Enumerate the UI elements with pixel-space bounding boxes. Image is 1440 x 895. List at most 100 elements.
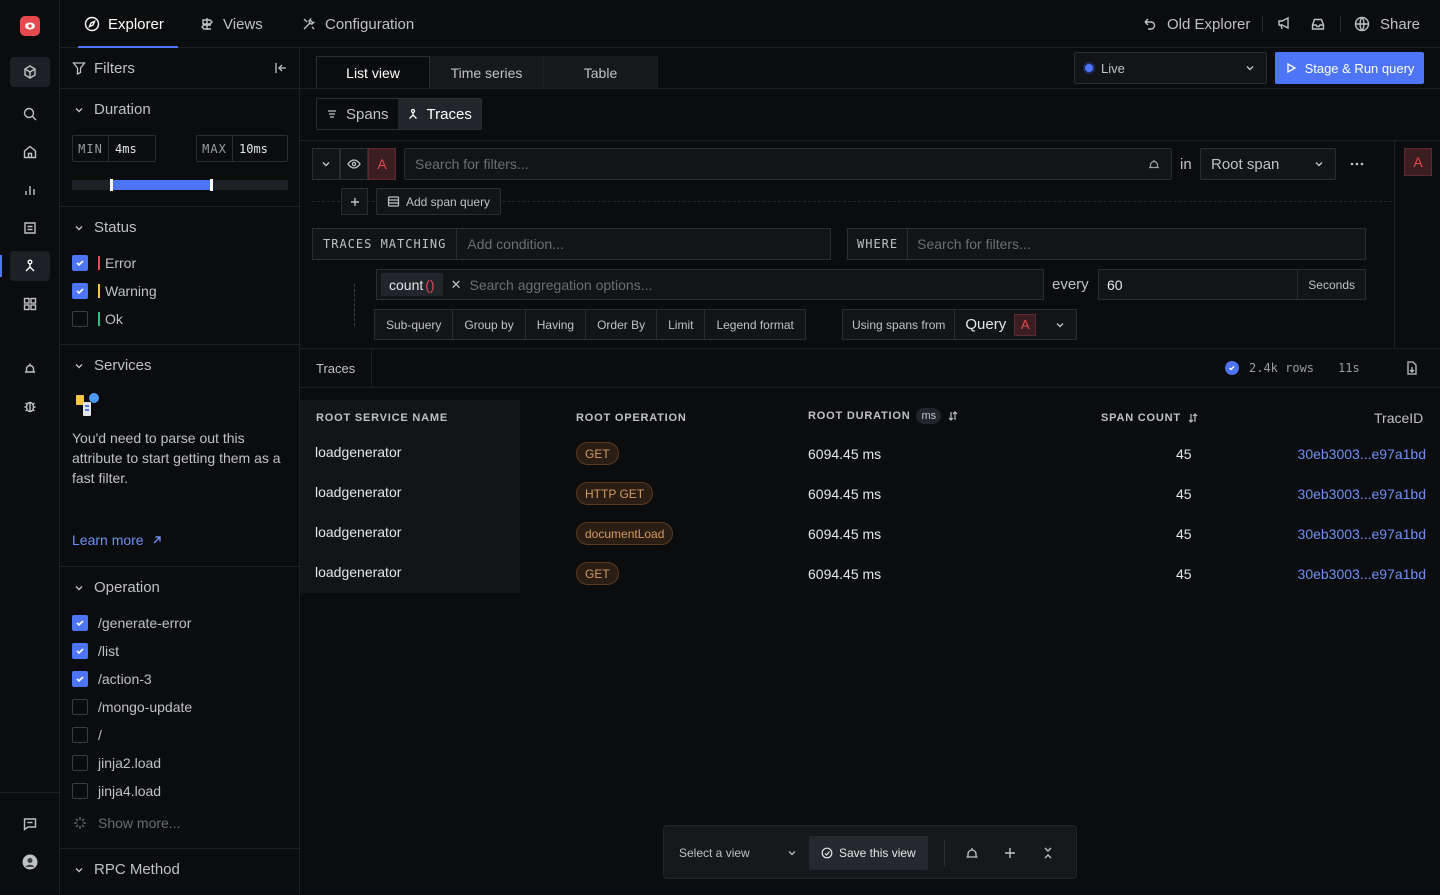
inbox-button[interactable] xyxy=(1310,0,1326,48)
operation-checkbox[interactable]: jinja4.load xyxy=(72,783,161,799)
chat-nav-icon[interactable] xyxy=(10,809,50,839)
duration-section-toggle[interactable]: Duration xyxy=(74,101,151,118)
sort-icon[interactable] xyxy=(947,410,959,422)
having-button[interactable]: Having xyxy=(526,310,587,339)
row-trace-id-link[interactable]: 30eb3003...e97a1bd xyxy=(1298,526,1426,542)
interval-unit[interactable]: Seconds xyxy=(1297,270,1365,299)
save-view-button[interactable]: Save this view xyxy=(809,836,928,870)
rpc-section-toggle[interactable]: RPC Method xyxy=(74,861,180,878)
show-more-link[interactable]: Show more... xyxy=(72,815,180,831)
duration-slider[interactable] xyxy=(72,179,288,191)
bug-nav-icon[interactable] xyxy=(10,391,50,421)
tab-configuration[interactable]: Configuration xyxy=(301,0,414,48)
live-select[interactable]: Live xyxy=(1074,52,1267,84)
col-header-span-count[interactable]: SPAN COUNT xyxy=(1101,412,1199,424)
dashboards-nav-icon[interactable] xyxy=(10,289,50,319)
cube-nav-icon[interactable] xyxy=(10,57,50,87)
row-trace-id-link[interactable]: 30eb3003...e97a1bd xyxy=(1298,486,1426,502)
stage-run-query-button[interactable]: Stage & Run query xyxy=(1275,52,1424,84)
learn-more-link[interactable]: Learn more xyxy=(72,532,162,548)
traces-nav-icon[interactable] xyxy=(0,251,50,281)
alerts-nav-icon[interactable] xyxy=(10,353,50,383)
col-header-service[interactable]: ROOT SERVICE NAME xyxy=(316,412,448,424)
check-icon xyxy=(76,648,84,655)
legend-format-button[interactable]: Legend format xyxy=(705,310,804,339)
operation-section-toggle[interactable]: Operation xyxy=(74,579,160,596)
app-logo[interactable] xyxy=(20,16,40,36)
col-header-trace-id[interactable]: TraceID xyxy=(1374,410,1423,426)
remove-aggregation-icon[interactable]: ✕ xyxy=(443,277,470,293)
add-query-button[interactable] xyxy=(341,188,368,215)
using-spans-from[interactable]: Using spans from Query A xyxy=(842,309,1078,340)
row-trace-id-link[interactable]: 30eb3003...e97a1bd xyxy=(1298,446,1426,462)
operation-checkbox[interactable]: /mongo-update xyxy=(72,699,192,715)
col-header-duration[interactable]: ROOT DURATION ms xyxy=(808,408,959,424)
avatar[interactable] xyxy=(10,847,50,877)
slider-max-handle[interactable] xyxy=(210,179,213,191)
query-controls: A xyxy=(312,148,396,180)
select-view-dropdown[interactable]: Select a view xyxy=(679,826,797,880)
collapse-query-button[interactable] xyxy=(312,148,340,180)
create-alert-icon[interactable] xyxy=(960,826,984,880)
logs-nav-icon[interactable] xyxy=(10,213,50,243)
tab-explorer[interactable]: Explorer xyxy=(78,0,178,48)
query-label-a[interactable]: A xyxy=(368,148,396,180)
tab-spans-label: Spans xyxy=(346,105,389,123)
collapse-sidebar-icon[interactable] xyxy=(274,61,288,75)
query-search-input[interactable]: Search for filters... xyxy=(404,148,1172,180)
add-span-query-button[interactable]: Add span query xyxy=(376,188,502,215)
operation-checkbox[interactable]: /action-3 xyxy=(72,671,152,687)
where-search-input[interactable]: Search for filters... xyxy=(908,236,1031,252)
sort-icon[interactable] xyxy=(1187,412,1199,424)
operation-checkbox[interactable]: /list xyxy=(72,643,119,659)
root-span-select[interactable]: Root span xyxy=(1200,148,1336,180)
more-options-icon[interactable] xyxy=(1348,157,1366,171)
status-section-toggle[interactable]: Status xyxy=(74,219,137,236)
tab-list-view[interactable]: List view xyxy=(316,56,430,89)
aggregation-input[interactable]: count() ✕ Search aggregation options... xyxy=(376,269,1044,300)
sub-query-button[interactable]: Sub-query xyxy=(375,310,454,339)
status-error-checkbox[interactable]: Error xyxy=(72,255,136,271)
duration-max-field[interactable]: MAX 10ms xyxy=(196,135,288,162)
order-by-button[interactable]: Order By xyxy=(586,310,658,339)
operation-checkbox[interactable]: /generate-error xyxy=(72,615,191,631)
services-section-toggle[interactable]: Services xyxy=(74,357,152,374)
limit-button[interactable]: Limit xyxy=(657,310,706,339)
results-tab-traces[interactable]: Traces xyxy=(300,348,372,388)
group-by-button[interactable]: Group by xyxy=(453,310,526,339)
tab-table[interactable]: Table xyxy=(544,56,658,89)
results-meta: 2.4k rows 11s xyxy=(1225,348,1420,388)
search-nav-icon[interactable] xyxy=(10,99,50,129)
toggle-visibility-button[interactable] xyxy=(340,148,368,180)
slider-min-handle[interactable] xyxy=(110,179,113,191)
aggregation-chip[interactable]: count() xyxy=(381,273,443,296)
tab-time-series[interactable]: Time series xyxy=(430,56,544,89)
collapse-bar-icon[interactable] xyxy=(1036,826,1060,880)
where-row: WHERE Search for filters... xyxy=(847,228,1366,260)
plus-icon xyxy=(350,197,359,206)
operation-checkbox[interactable]: / xyxy=(72,727,102,743)
operation-checkbox[interactable]: jinja2.load xyxy=(72,755,161,771)
operation-label: /mongo-update xyxy=(98,699,193,715)
add-to-dashboard-icon[interactable] xyxy=(998,826,1022,880)
row-trace-id-link[interactable]: 30eb3003...e97a1bd xyxy=(1298,566,1426,582)
where-label: WHERE xyxy=(848,229,909,259)
col-header-operation[interactable]: ROOT OPERATION xyxy=(576,412,687,424)
status-ok-checkbox[interactable]: Ok xyxy=(72,311,123,327)
interval-input[interactable]: 60 Seconds xyxy=(1098,269,1366,300)
status-warning-checkbox[interactable]: Warning xyxy=(72,283,157,299)
download-icon[interactable] xyxy=(1404,360,1420,376)
chart-nav-icon[interactable] xyxy=(10,175,50,205)
home-nav-icon[interactable] xyxy=(10,137,50,167)
eye-icon xyxy=(347,159,361,169)
tab-views[interactable]: Views xyxy=(199,0,263,48)
add-condition-input[interactable]: Add condition... xyxy=(457,236,564,252)
duration-min-field[interactable]: MIN 4ms xyxy=(72,135,156,162)
old-explorer-link[interactable]: Old Explorer xyxy=(1141,0,1250,48)
tab-spans[interactable]: Spans xyxy=(317,99,398,129)
feedback-button[interactable] xyxy=(1276,0,1292,48)
tab-traces[interactable]: Traces xyxy=(397,99,481,129)
arrow-up-right-icon xyxy=(153,536,161,544)
share-button[interactable]: Share xyxy=(1354,0,1420,48)
query-a-toggle[interactable]: A xyxy=(1404,148,1432,176)
